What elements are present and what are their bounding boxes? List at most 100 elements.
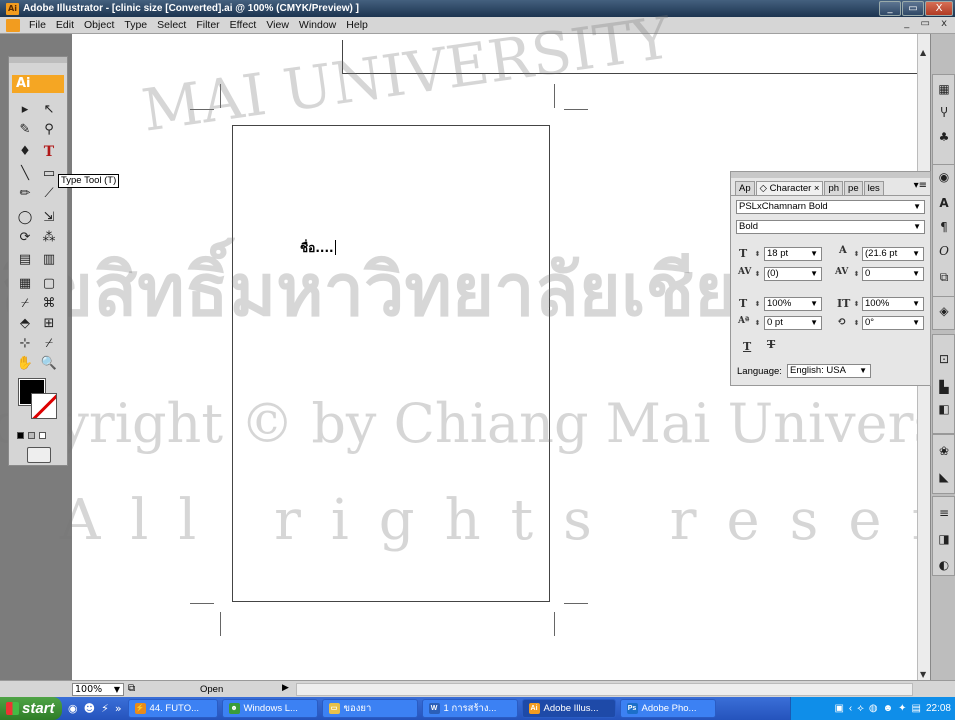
symbols-panel-icon[interactable]: ♣ — [934, 128, 954, 146]
font-family-select[interactable]: PSLxChamnarn Bold ▼ — [736, 200, 925, 214]
slice-tool-icon[interactable]: ⊹ — [15, 335, 35, 353]
tray-security-icon[interactable]: ◍ — [869, 703, 878, 714]
close-button[interactable]: X — [925, 1, 953, 16]
taskbar-item-active[interactable]: Ai Adobe Illus... — [521, 699, 616, 718]
stroke-panel-icon[interactable]: ≡ — [934, 504, 954, 522]
baseline-shift-stepper[interactable]: ⬍ — [753, 317, 762, 329]
tray-arrow-icon[interactable]: ‹ — [849, 703, 852, 714]
menu-effect[interactable]: Effect — [225, 19, 262, 31]
taskbar-item[interactable]: W1 การสร้าง... — [421, 699, 518, 718]
line-tool-icon[interactable]: ╲ — [15, 165, 35, 183]
text-object[interactable]: ชื่อ.... — [300, 239, 336, 258]
transform-panel-icon[interactable]: ⧉ — [934, 268, 954, 286]
leading-stepper[interactable]: ⬍ — [852, 248, 861, 260]
leading-field[interactable]: (21.6 pt ▼ — [862, 247, 924, 261]
free-transform-tool-icon[interactable]: ⁂ — [39, 229, 59, 247]
baseline-shift-field[interactable]: 0 pt ▼ — [764, 316, 822, 330]
tray-network-icon[interactable]: ⟡ — [857, 703, 864, 714]
opentype-panel-icon[interactable]: O — [934, 242, 954, 260]
screen-mode-button[interactable] — [27, 447, 51, 463]
font-size-stepper[interactable]: ⬍ — [753, 248, 762, 260]
lasso-tool-icon[interactable]: ⚲ — [39, 121, 59, 139]
scroll-up-arrow-icon[interactable]: ▲ — [920, 48, 926, 57]
column-graph-tool-icon[interactable]: ▥ — [39, 251, 59, 269]
tab-paragraph[interactable]: ph — [824, 181, 844, 195]
layers-panel-icon[interactable]: ◈ — [934, 302, 954, 320]
artboard[interactable] — [232, 125, 550, 602]
illustrator-app-icon[interactable]: Ai — [6, 2, 19, 15]
vertical-scale-stepper[interactable]: ⬍ — [753, 298, 762, 310]
menu-view[interactable]: View — [261, 19, 294, 31]
panel-grip[interactable] — [9, 57, 67, 63]
taskbar-item[interactable]: Ps Adobe Pho... — [619, 699, 716, 718]
zoom-tool-icon[interactable]: 🔍 — [39, 355, 59, 373]
rotate-tool-icon[interactable]: ◯ — [15, 209, 35, 227]
tab-styles[interactable]: les — [863, 181, 884, 195]
color-button[interactable] — [17, 432, 24, 439]
live-paint-tool-icon[interactable]: ⬘ — [15, 315, 35, 333]
illustrator-logo[interactable]: Ai — [12, 75, 64, 93]
taskbar-item[interactable]: ▭ ของยา — [321, 699, 418, 718]
gradient-button[interactable] — [28, 432, 35, 439]
none-button[interactable] — [39, 432, 46, 439]
brushes-panel-icon[interactable]: Ⴤ — [934, 104, 954, 122]
tray-update-icon[interactable]: ✦ — [898, 703, 906, 714]
underline-icon[interactable]: T — [743, 340, 751, 353]
horizontal-scale-stepper[interactable]: ⬍ — [852, 298, 861, 310]
menu-filter[interactable]: Filter — [191, 19, 224, 31]
symbol-sprayer-tool-icon[interactable]: ▤ — [15, 251, 35, 269]
quick-launch-app-icon[interactable]: ⚡ — [101, 702, 109, 715]
rotation-stepper[interactable]: ⬍ — [852, 317, 861, 329]
direct-selection-tool-icon[interactable]: ↖ — [39, 101, 59, 119]
pen-tool-icon[interactable]: ♦ — [15, 143, 35, 161]
font-size-field[interactable]: 18 pt ▼ — [764, 247, 822, 261]
maximize-button[interactable]: ▭ — [902, 1, 924, 16]
start-button[interactable]: start — [0, 697, 62, 720]
tray-language-icon[interactable]: ▤ — [912, 703, 921, 714]
menu-file[interactable]: File — [24, 19, 51, 31]
live-paint-selection-tool-icon[interactable]: ⊞ — [39, 315, 59, 333]
mesh-tool-icon[interactable]: ▦ — [15, 275, 35, 293]
status-arrow-icon[interactable]: ▶ — [282, 683, 289, 693]
kerning-stepper[interactable]: ⬍ — [753, 268, 762, 280]
gradient-panel-icon[interactable]: ◨ — [934, 530, 954, 548]
taskbar-item[interactable]: ⚡ 44. FUTO... — [127, 699, 218, 718]
tracking-stepper[interactable]: ⬍ — [852, 268, 861, 280]
magic-wand-tool-icon[interactable]: ✎ — [15, 121, 35, 139]
character-panel-icon[interactable]: A — [934, 194, 954, 212]
zoom-level-select[interactable]: 100% ▼ — [72, 683, 124, 696]
taskbar-item[interactable]: ☻ Windows L... — [221, 699, 318, 718]
artboard-panel-icon[interactable]: ⊡ — [934, 350, 954, 368]
language-select[interactable]: English: USA ▼ — [787, 364, 871, 378]
horizontal-scale-field[interactable]: 100% ▼ — [862, 297, 924, 311]
clock[interactable]: 22:08 — [926, 703, 951, 714]
tab-pathfinder[interactable]: pe — [844, 181, 863, 195]
menu-window[interactable]: Window — [294, 19, 341, 31]
tracking-field[interactable]: 0 ▼ — [862, 267, 924, 281]
graphic-styles-panel-icon[interactable]: ◣ — [934, 468, 954, 486]
vertical-scale-field[interactable]: 100% ▼ — [764, 297, 822, 311]
tab-appearance[interactable]: Ap — [735, 181, 755, 195]
color-panel-icon[interactable]: ◉ — [934, 168, 954, 186]
menu-select[interactable]: Select — [152, 19, 191, 31]
rotation-field[interactable]: 0° ▼ — [862, 316, 924, 330]
menu-object[interactable]: Object — [79, 19, 119, 31]
type-tool-icon[interactable]: T — [39, 143, 59, 161]
eyedropper-tool-icon[interactable]: ⌿ — [15, 295, 35, 313]
tray-messenger-icon[interactable]: ☻ — [883, 703, 894, 714]
strikethrough-icon[interactable]: T — [767, 338, 775, 351]
quick-launch-media-icon[interactable]: ◉ — [68, 702, 78, 715]
status-menu-icon[interactable]: ⧉ — [128, 683, 135, 694]
align-panel-icon[interactable]: ▙ — [934, 378, 954, 396]
paintbrush-tool-icon[interactable]: ✏ — [15, 185, 35, 203]
document-window-controls[interactable]: _ ▭ x — [904, 18, 951, 29]
pencil-tool-icon[interactable]: ⟋ — [39, 185, 59, 203]
pathfinder-panel-icon[interactable]: ◧ — [934, 400, 954, 418]
panel-menu-icon[interactable]: ▾≡ — [914, 180, 927, 191]
hand-tool-icon[interactable]: ✋ — [15, 355, 35, 373]
quick-launch-messenger-icon[interactable]: ☻ — [84, 702, 95, 715]
document-icon[interactable] — [6, 18, 20, 32]
minimize-button[interactable]: _ — [879, 1, 901, 16]
stroke-swatch[interactable] — [31, 393, 57, 419]
scale-tool-icon[interactable]: ⇲ — [39, 209, 59, 227]
